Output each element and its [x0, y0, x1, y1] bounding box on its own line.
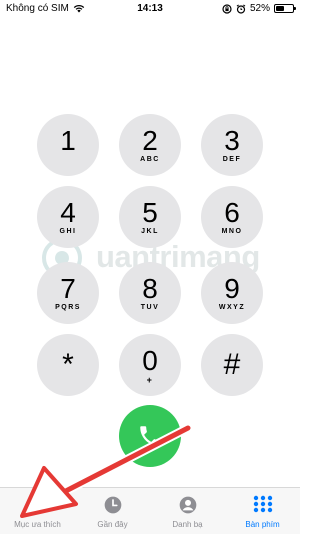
key-digit: 9 [224, 272, 240, 304]
key-2[interactable]: 2 ABC [119, 114, 181, 176]
key-letters: WXYZ [218, 303, 246, 311]
key-6[interactable]: 6 MNO [201, 186, 263, 248]
tab-favorites[interactable]: Mục ưa thích [0, 488, 75, 535]
phone-icon [140, 426, 160, 446]
key-digit: 1 [60, 124, 76, 156]
key-5[interactable]: 5 JKL [119, 186, 181, 248]
key-1[interactable]: 1 [37, 114, 99, 176]
key-7[interactable]: 7 PQRS [37, 262, 99, 324]
key-letters: DEF [222, 155, 242, 163]
key-letters: PQRS [55, 303, 81, 311]
key-digit: 8 [142, 272, 158, 304]
key-digit: 5 [142, 196, 158, 228]
key-digit: * [62, 348, 74, 381]
key-letters: + [146, 374, 154, 385]
key-digit: # [223, 348, 241, 381]
key-digit: 7 [60, 272, 76, 304]
key-digit: 0 [142, 344, 158, 376]
dialer-keypad: 1 2 ABC 3 DEF 4 GHI 5 JKL 6 MNO 7 PQRS 8… [0, 0, 300, 467]
key-letters: JKL [141, 227, 159, 235]
tab-label: Mục ưa thích [14, 520, 61, 529]
key-8[interactable]: 8 TUV [119, 262, 181, 324]
clock-icon [103, 495, 123, 515]
key-digit: 4 [60, 196, 76, 228]
tab-contacts[interactable]: Danh bạ [150, 488, 225, 535]
key-letters: GHI [59, 227, 77, 235]
key-9[interactable]: 9 WXYZ [201, 262, 263, 324]
key-4[interactable]: 4 GHI [37, 186, 99, 248]
key-hash[interactable]: # [201, 334, 263, 396]
star-icon [28, 495, 48, 515]
key-letters: MNO [221, 227, 243, 235]
key-digit: 6 [224, 196, 240, 228]
key-digit: 2 [142, 124, 158, 156]
keypad-icon [252, 495, 274, 515]
call-button[interactable] [119, 405, 181, 467]
contacts-icon [178, 495, 198, 515]
tab-bar: Mục ưa thích Gần đây Danh bạ Bàn phím [0, 487, 300, 534]
tab-label: Danh bạ [172, 520, 203, 529]
key-letters: TUV [140, 303, 160, 311]
key-3[interactable]: 3 DEF [201, 114, 263, 176]
key-letters: ABC [140, 155, 160, 163]
tab-label: Bàn phím [245, 520, 280, 529]
key-digit: 3 [224, 124, 240, 156]
tab-recents[interactable]: Gần đây [75, 488, 150, 535]
key-0[interactable]: 0 + [119, 334, 181, 396]
key-star[interactable]: * [37, 334, 99, 396]
tab-label: Gần đây [97, 520, 128, 529]
tab-keypad[interactable]: Bàn phím [225, 488, 300, 535]
